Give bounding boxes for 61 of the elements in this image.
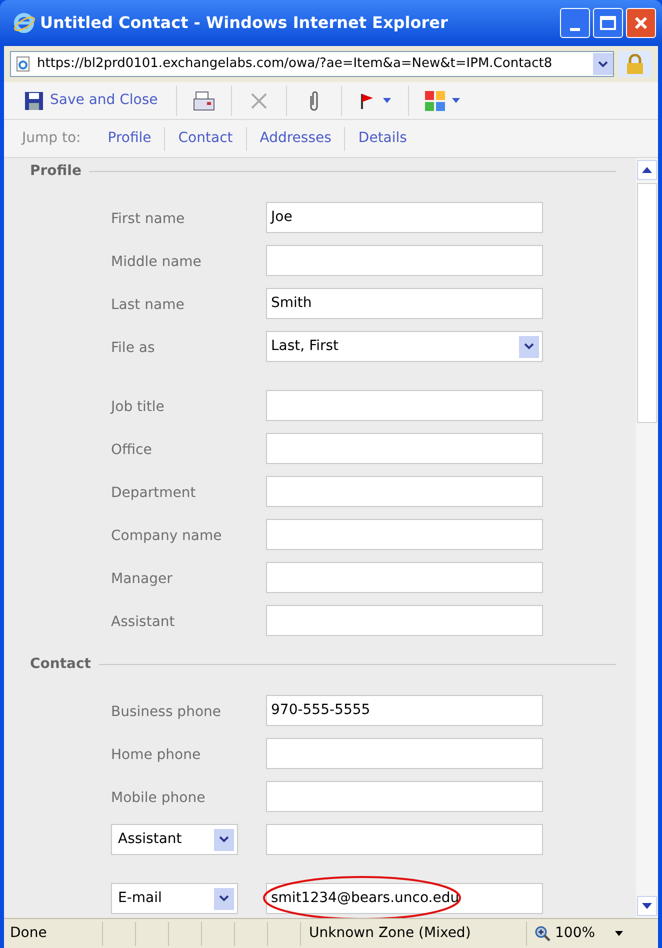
- save-icon: [24, 90, 44, 110]
- text-input-field[interactable]: [266, 824, 543, 855]
- field-label: Department: [111, 484, 196, 500]
- text-input-field[interactable]: [266, 738, 543, 769]
- zoom-icon: [535, 926, 551, 942]
- scroll-up-icon[interactable]: [637, 160, 657, 180]
- text-input-field[interactable]: [266, 245, 543, 276]
- field-label: Manager: [111, 570, 172, 586]
- caret-icon: [615, 931, 624, 936]
- field-label: Job title: [111, 398, 164, 414]
- field-label: First name: [111, 210, 185, 226]
- minimize-button[interactable]: [560, 8, 590, 38]
- maximize-button[interactable]: [593, 8, 623, 38]
- jump-link[interactable]: Addresses: [246, 128, 344, 149]
- text-input-field[interactable]: [266, 562, 543, 593]
- address-dropdown-icon[interactable]: [593, 53, 613, 75]
- close-button[interactable]: [626, 8, 656, 38]
- jump-link[interactable]: Details: [345, 128, 420, 149]
- address-field[interactable]: https://bl2prd0101.exchangelabs.com/owa/?ae=Item&a=New&t=IPM.Contact8: [10, 51, 614, 77]
- text-input-field[interactable]: Joe: [266, 202, 543, 233]
- close-icon: [633, 15, 649, 31]
- lock-icon: [618, 51, 652, 77]
- scrollbar[interactable]: [636, 158, 658, 918]
- text-input-field[interactable]: [266, 476, 543, 507]
- field-type-dropdown[interactable]: E-mail: [111, 883, 238, 914]
- jump-to-label: Jump to:: [22, 129, 81, 148]
- file-as-dropdown[interactable]: Last, First: [266, 331, 543, 362]
- field-label: Home phone: [111, 746, 201, 762]
- dropdown-caret-icon[interactable]: [214, 888, 234, 910]
- text-input-field[interactable]: [266, 390, 543, 421]
- jump-link[interactable]: Contact: [165, 128, 246, 149]
- window-title: Untitled Contact - Windows Internet Explorer: [40, 12, 449, 34]
- text-input-field[interactable]: smit1234@bears.unco.edu: [266, 883, 543, 914]
- field-label: Middle name: [111, 254, 202, 270]
- field-label: Business phone: [111, 704, 221, 720]
- field-type-dropdown[interactable]: Assistant: [111, 824, 238, 855]
- field-label: Last name: [111, 296, 184, 312]
- text-input-field[interactable]: [266, 781, 543, 812]
- zone-text: Unknown Zone (Mixed): [300, 922, 526, 946]
- field-label: Mobile phone: [111, 790, 206, 806]
- page-icon: [15, 56, 31, 72]
- browser-logo-icon: [12, 11, 36, 35]
- scroll-down-icon[interactable]: [637, 896, 657, 916]
- text-input-field[interactable]: [266, 433, 543, 464]
- section-heading: Contact: [30, 654, 91, 674]
- scroll-thumb[interactable]: [637, 183, 657, 423]
- section-heading: Profile: [30, 162, 82, 180]
- dropdown-caret-icon[interactable]: [214, 828, 234, 850]
- text-input-field[interactable]: 970-555-5555: [266, 695, 543, 726]
- field-label: Assistant: [111, 614, 175, 630]
- save-and-close-button[interactable]: Save and Close: [24, 90, 176, 111]
- text-input-field[interactable]: [266, 519, 543, 550]
- field-label: Office: [111, 442, 152, 458]
- status-text: Done: [9, 924, 48, 943]
- zoom-control[interactable]: 100%: [526, 922, 624, 946]
- dropdown-caret-icon[interactable]: [519, 336, 539, 358]
- jump-link[interactable]: Profile: [94, 128, 164, 149]
- text-input-field[interactable]: [266, 605, 543, 636]
- text-input-field[interactable]: Smith: [266, 288, 543, 319]
- field-label: Company name: [111, 528, 222, 544]
- field-label: File as: [111, 340, 155, 356]
